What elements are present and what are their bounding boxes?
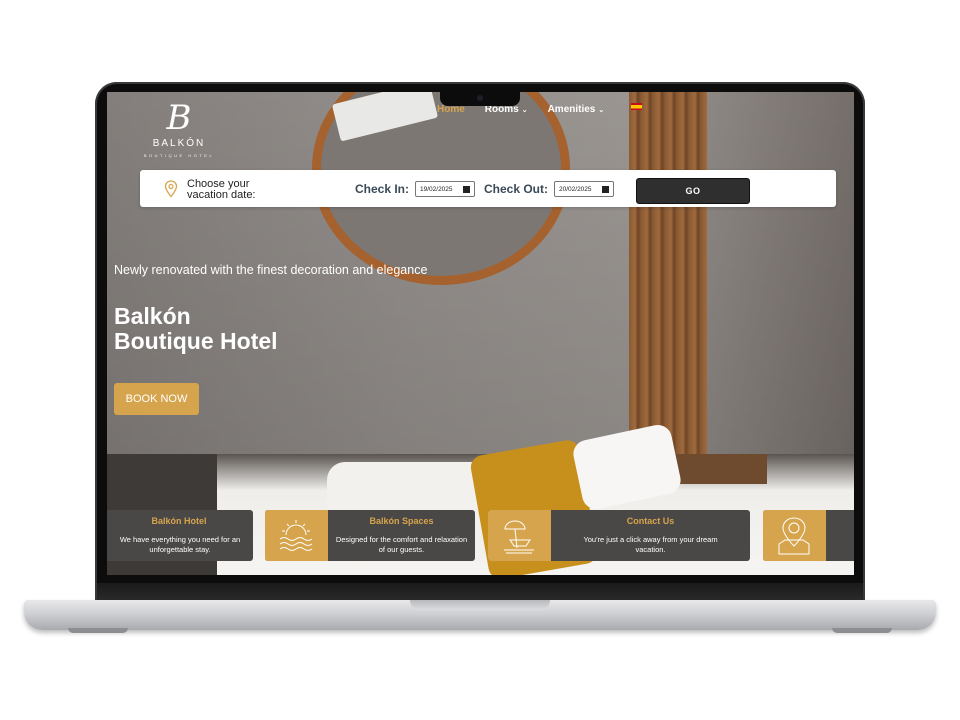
wood-slat-wall-image xyxy=(629,92,707,454)
chevron-down-icon: ⌄ xyxy=(598,107,605,114)
card-title: Contact Us xyxy=(626,516,675,526)
check-in-date-value: 19/02/2025 xyxy=(420,186,453,193)
booking-bar: Choose your vacation date: Check In: 19/… xyxy=(140,170,836,207)
go-button[interactable]: GO xyxy=(636,178,750,204)
nav-item-label: Amenities xyxy=(547,104,596,115)
card-text: We have everything you need for an unfor… xyxy=(119,535,241,554)
feature-card-hotel[interactable]: Balkón Hotel We have everything you need… xyxy=(107,510,253,561)
card-title: Balkón Hotel xyxy=(151,516,207,526)
map-pin-icon xyxy=(778,517,810,555)
card-icon-box xyxy=(488,510,551,561)
nav-item-amenities[interactable]: Amenities ⌄ xyxy=(548,104,605,115)
vacation-date-prompt: Choose your vacation date: xyxy=(187,178,256,201)
card-icon-box xyxy=(265,510,328,561)
spain-flag-icon[interactable] xyxy=(631,103,642,110)
site-logo[interactable]: B BALKÓN BOUTIQUE HOTEL xyxy=(143,100,215,158)
laptop-foot xyxy=(832,628,892,633)
hero-title-line1: Balkón xyxy=(114,303,191,329)
card-text: Designed for the comfort and relaxation … xyxy=(335,535,468,554)
location-pin-icon xyxy=(164,180,178,198)
beach-umbrella-icon xyxy=(504,520,534,554)
check-out-date-input[interactable]: 20/02/2025 xyxy=(554,181,614,197)
card-icon-box xyxy=(763,510,826,561)
card-title: Balkón Spaces xyxy=(369,516,434,526)
laptop-foot xyxy=(68,628,128,633)
camera-notch xyxy=(440,92,520,106)
logo-name: BALKÓN xyxy=(152,138,206,149)
book-now-button[interactable]: BOOK NOW xyxy=(114,383,199,415)
feature-card-spaces[interactable]: Balkón Spaces Designed for the comfort a… xyxy=(265,510,475,561)
check-out-date-value: 20/02/2025 xyxy=(559,186,592,193)
feature-card-contact[interactable]: Contact Us You're just a click away from… xyxy=(488,510,750,561)
hero-tagline: Newly renovated with the finest decorati… xyxy=(114,263,428,277)
card-title: E xyxy=(847,526,855,536)
check-in-date-input[interactable]: 19/02/2025 xyxy=(415,181,475,197)
check-out-label: Check Out: xyxy=(484,182,549,196)
hero-title: Balkón Boutique Hotel xyxy=(114,304,278,354)
logo-mark: B xyxy=(166,98,192,138)
check-in-label: Check In: xyxy=(355,182,410,196)
calendar-icon[interactable] xyxy=(463,186,470,193)
hero-title-line2: Boutique Hotel xyxy=(114,328,278,354)
camera-icon xyxy=(477,95,483,101)
feature-card-location[interactable]: E xyxy=(763,510,854,561)
logo-subtitle: BOUTIQUE HOTEL xyxy=(143,153,215,158)
laptop-chin xyxy=(97,583,863,601)
chevron-down-icon: ⌄ xyxy=(521,107,528,114)
laptop-opening-groove xyxy=(410,600,550,610)
card-text: You're just a click away from your dream… xyxy=(583,535,718,554)
calendar-icon[interactable] xyxy=(602,186,609,193)
sunset-sea-icon xyxy=(279,520,313,551)
website-screen: B BALKÓN BOUTIQUE HOTEL Home Rooms ⌄ Amen… xyxy=(107,92,854,575)
